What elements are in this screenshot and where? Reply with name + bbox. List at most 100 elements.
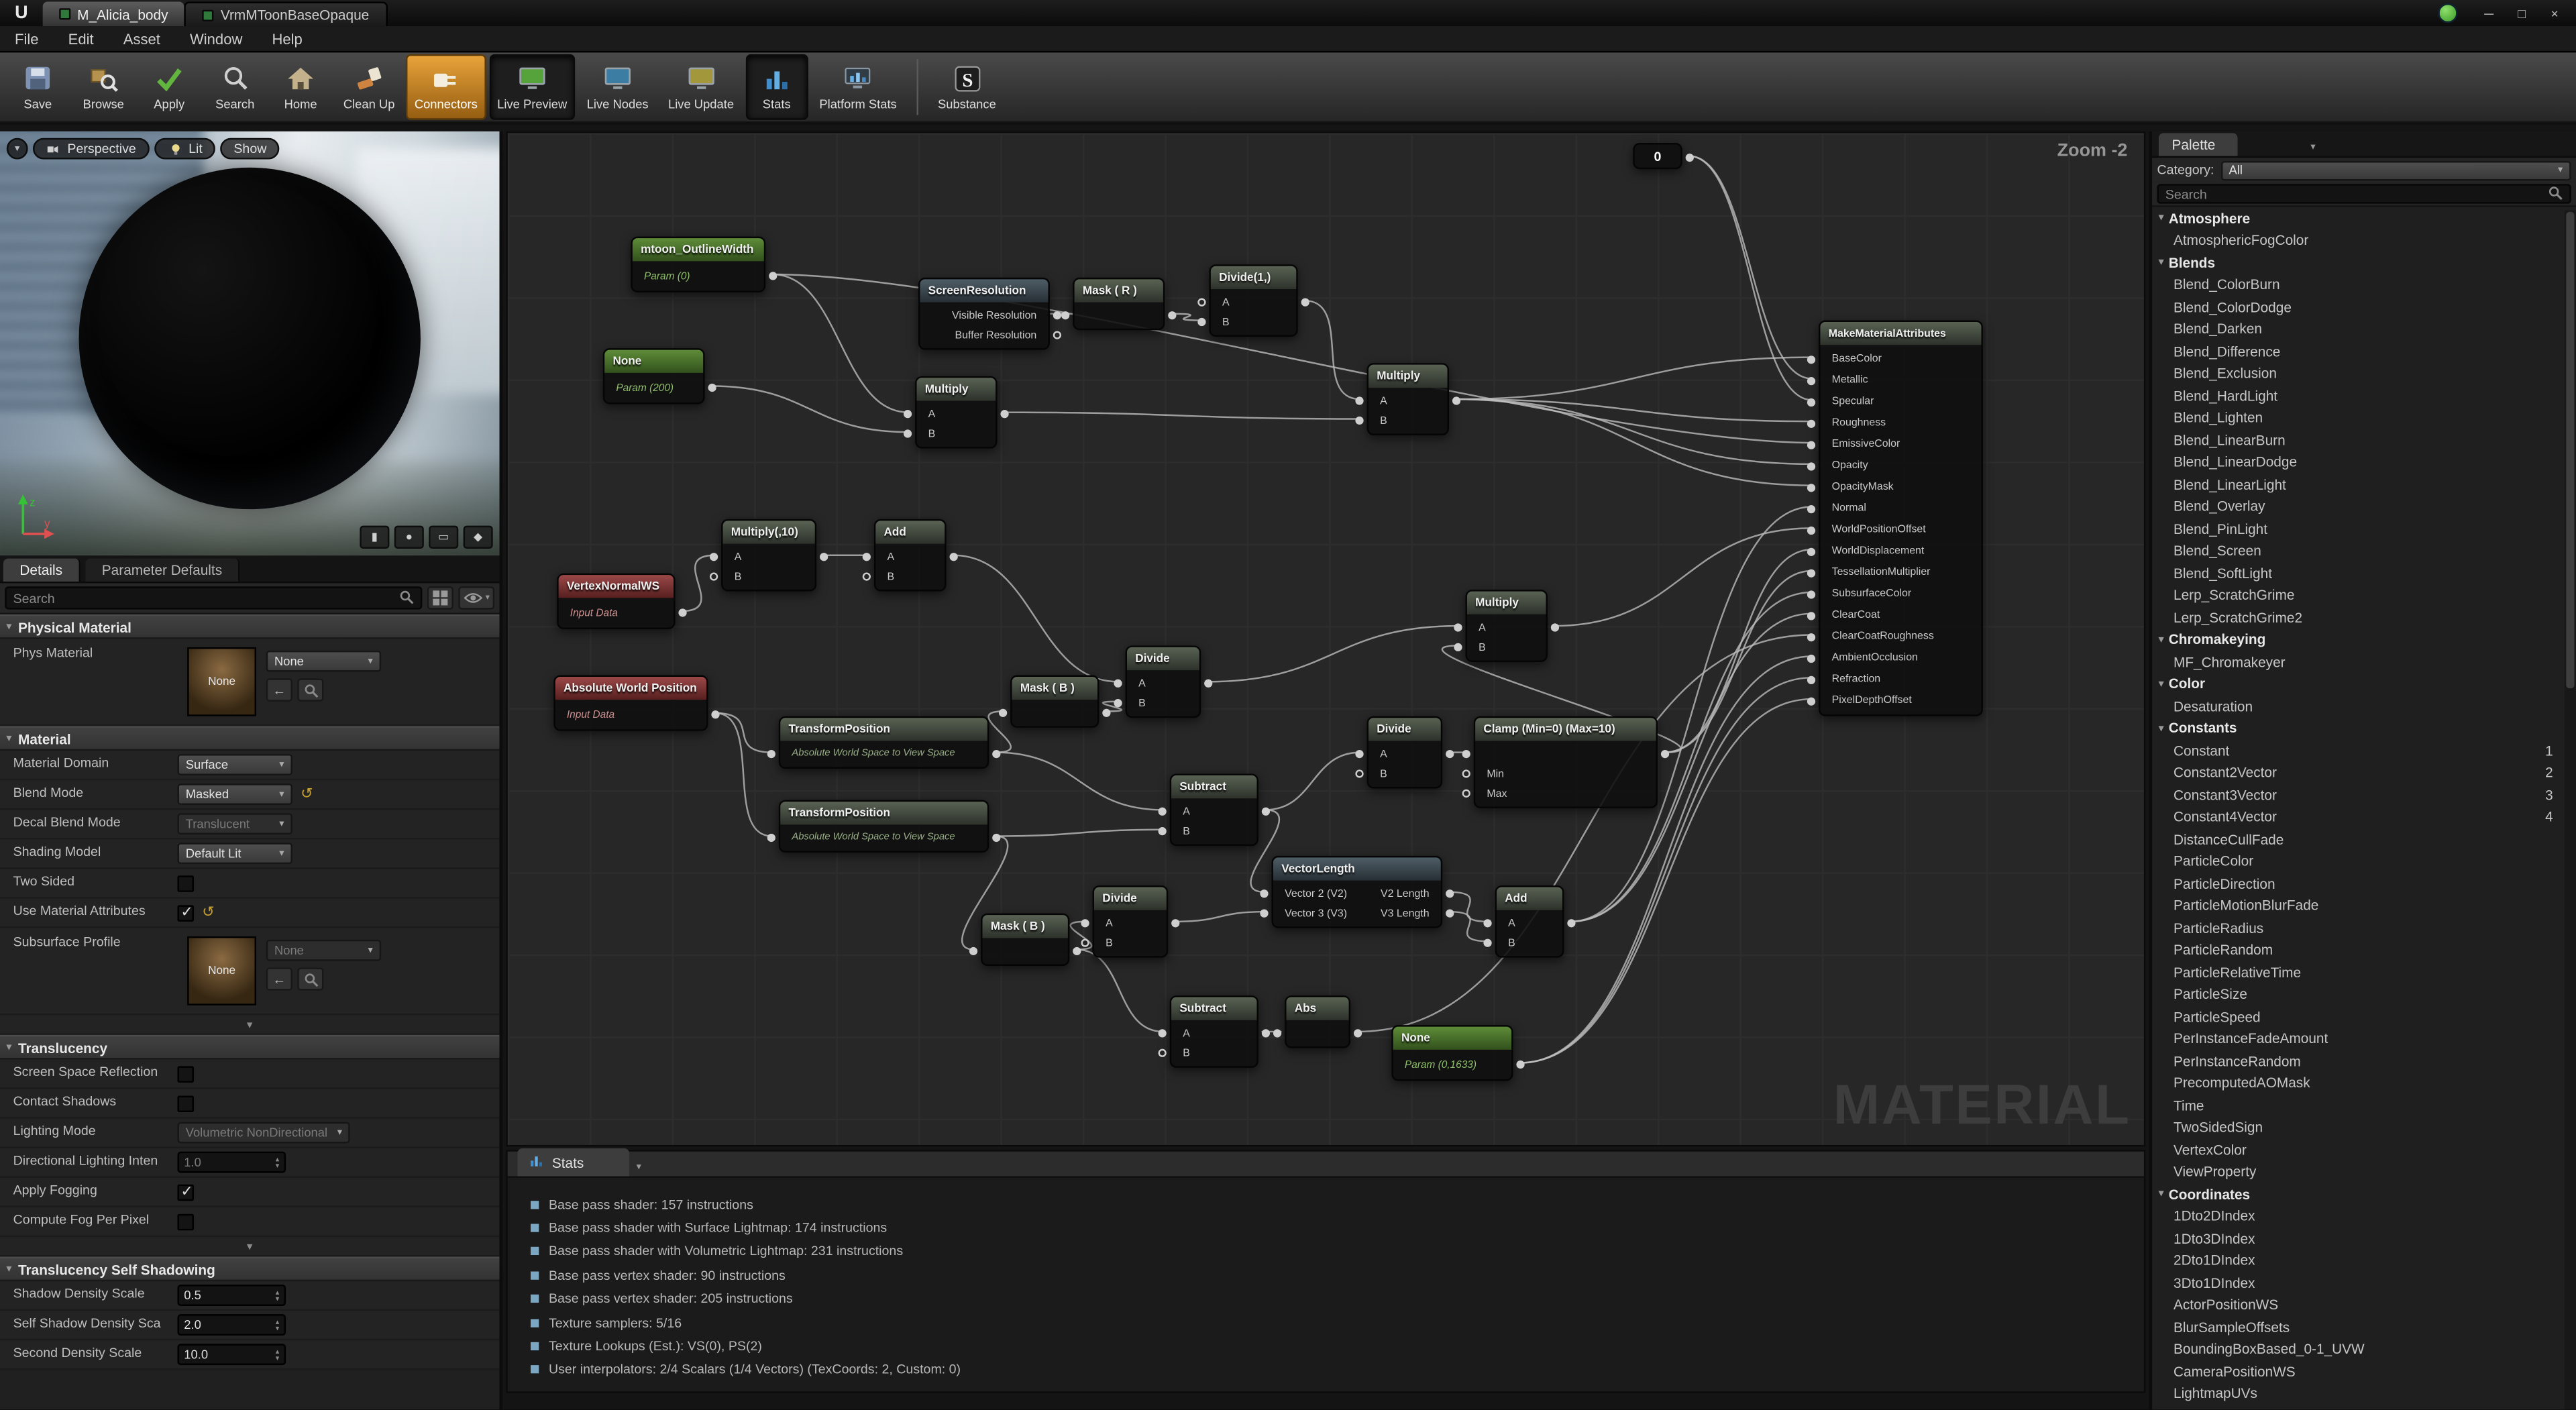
palette-category-chromakeying[interactable]: ▾Chromakeying bbox=[2152, 629, 2563, 651]
palette-item-viewproperty[interactable]: ViewProperty bbox=[2152, 1160, 2563, 1183]
toolbar-stats-button[interactable]: Stats bbox=[745, 54, 808, 120]
browse-asset-icon[interactable] bbox=[297, 678, 323, 701]
palette-item-blend-linearlight[interactable]: Blend_LinearLight bbox=[2152, 473, 2563, 495]
details-search-input[interactable]: Search bbox=[5, 586, 423, 609]
input-pin[interactable] bbox=[1159, 1029, 1167, 1037]
input-pin[interactable] bbox=[1807, 440, 1815, 448]
input-pin[interactable] bbox=[710, 553, 718, 561]
node-divide-div3[interactable]: DivideAB bbox=[1367, 716, 1443, 789]
node-abs-abs1[interactable]: Abs bbox=[1285, 995, 1350, 1048]
section-header-material[interactable]: ▾Material bbox=[0, 726, 499, 751]
input-pin[interactable] bbox=[1273, 1029, 1281, 1037]
asset-dropdown[interactable]: None▾ bbox=[266, 651, 381, 672]
viewport-lit-button[interactable]: Lit bbox=[154, 138, 216, 160]
palette-item-time[interactable]: Time bbox=[2152, 1094, 2563, 1116]
input-pin[interactable] bbox=[904, 410, 912, 418]
input-pin[interactable] bbox=[999, 709, 1007, 717]
input-pin[interactable] bbox=[1483, 939, 1491, 947]
output-pin[interactable] bbox=[1073, 947, 1081, 955]
output-pin[interactable] bbox=[992, 834, 1000, 842]
input-pin[interactable] bbox=[1061, 311, 1069, 319]
palette-item-blend-softlight[interactable]: Blend_SoftLight bbox=[2152, 562, 2563, 584]
node-vectorlength-veclen[interactable]: VectorLengthVector 2 (V2)V2 LengthVector… bbox=[1272, 856, 1443, 928]
node-add-add1[interactable]: AddAB bbox=[874, 519, 947, 592]
palette-item-particleradius[interactable]: ParticleRadius bbox=[2152, 917, 2563, 939]
output-pin[interactable] bbox=[1686, 154, 1694, 162]
browse-asset-icon[interactable] bbox=[297, 967, 323, 990]
reset-to-default-icon[interactable]: ↺ bbox=[301, 785, 313, 804]
palette-item-actorpositionws[interactable]: ActorPositionWS bbox=[2152, 1294, 2563, 1316]
palette-item-1dto2dindex[interactable]: 1Dto2DIndex bbox=[2152, 1205, 2563, 1227]
node-transformposition-tp2[interactable]: TransformPositionAbsolute World Space to… bbox=[779, 800, 989, 853]
tab-stats[interactable]: Stats bbox=[517, 1148, 629, 1177]
output-pin[interactable] bbox=[1053, 331, 1061, 339]
input-pin[interactable] bbox=[767, 834, 775, 842]
toolbar-live-preview-button[interactable]: Live Preview bbox=[489, 54, 576, 120]
palette-item-blend-overlay[interactable]: Blend_Overlay bbox=[2152, 495, 2563, 517]
palette-item-boundingboxbased-0-1-uvw[interactable]: BoundingBoxBased_0-1_UVW bbox=[2152, 1338, 2563, 1360]
palette-item-blend-linearburn[interactable]: Blend_LinearBurn bbox=[2152, 429, 2563, 451]
toolbar-clean-up-button[interactable]: Clean Up bbox=[335, 54, 403, 120]
palette-item-blend-pinlight[interactable]: Blend_PinLight bbox=[2152, 517, 2563, 539]
toolbar-browse-button[interactable]: Browse bbox=[72, 54, 135, 120]
input-pin[interactable] bbox=[1807, 547, 1815, 555]
window-tab-material[interactable]: VrmMToonBaseOpaque bbox=[184, 1, 387, 26]
preview-cylinder-icon[interactable]: ▮ bbox=[360, 526, 389, 549]
input-pin[interactable] bbox=[1807, 483, 1815, 491]
palette-item-particlerelativetime[interactable]: ParticleRelativeTime bbox=[2152, 961, 2563, 983]
input-pin[interactable] bbox=[1807, 696, 1815, 704]
section-header-physical-material[interactable]: ▾Physical Material bbox=[0, 614, 499, 639]
node-multiply-10-mul10[interactable]: Multiply(,10)AB bbox=[721, 519, 816, 592]
output-pin[interactable] bbox=[1301, 298, 1309, 306]
input-pin[interactable] bbox=[1807, 419, 1815, 427]
palette-item-constant4vector[interactable]: Constant4Vector4 bbox=[2152, 806, 2563, 828]
palette-category-atmosphere[interactable]: ▾Atmosphere bbox=[2152, 207, 2563, 229]
node-mask-b-maskb2[interactable]: Mask ( B ) bbox=[981, 914, 1069, 966]
output-pin[interactable] bbox=[711, 710, 719, 718]
input-pin[interactable] bbox=[1114, 680, 1122, 688]
viewport-options-icon[interactable]: ▾ bbox=[7, 138, 28, 160]
palette-item-blend-colordodge[interactable]: Blend_ColorDodge bbox=[2152, 296, 2563, 318]
input-pin[interactable] bbox=[1159, 827, 1167, 835]
palette-item-particlerandom[interactable]: ParticleRandom bbox=[2152, 939, 2563, 961]
preview-viewport[interactable]: ▾PerspectiveLitShow ▮●▭◆ zy bbox=[0, 131, 499, 555]
palette-item-particlespeed[interactable]: ParticleSpeed bbox=[2152, 1006, 2563, 1028]
input-pin[interactable] bbox=[1807, 504, 1815, 512]
input-pin[interactable] bbox=[1807, 611, 1815, 619]
viewport-perspective-button[interactable]: Perspective bbox=[33, 138, 149, 160]
palette-item-constant3vector[interactable]: Constant3Vector3 bbox=[2152, 783, 2563, 806]
palette-category-coordinates[interactable]: ▾Coordinates bbox=[2152, 1183, 2563, 1205]
palette-search-input[interactable]: Search bbox=[2157, 184, 2571, 203]
node-none-none200[interactable]: NoneParam (200) bbox=[603, 348, 705, 404]
input-pin[interactable] bbox=[1807, 590, 1815, 598]
tab-parameter-defaults[interactable]: Parameter Defaults bbox=[85, 559, 240, 582]
output-pin[interactable] bbox=[1000, 410, 1008, 418]
node-divide-1-div_top[interactable]: Divide(1,)AB bbox=[1209, 264, 1297, 337]
palette-item-twosidedsign[interactable]: TwoSidedSign bbox=[2152, 1116, 2563, 1138]
input-pin[interactable] bbox=[1807, 568, 1815, 576]
input-pin[interactable] bbox=[969, 947, 977, 955]
view-options-icon[interactable]: ▾ bbox=[459, 586, 494, 609]
input-pin[interactable] bbox=[1454, 623, 1462, 631]
input-pin[interactable] bbox=[1355, 396, 1363, 404]
input-pin[interactable] bbox=[1807, 526, 1815, 534]
minimize-icon[interactable]: ─ bbox=[2474, 3, 2504, 24]
palette-category-blends[interactable]: ▾Blends bbox=[2152, 252, 2563, 274]
output-pin[interactable] bbox=[769, 272, 777, 280]
output-pin[interactable] bbox=[1567, 919, 1575, 927]
property-checkbox[interactable] bbox=[177, 904, 193, 920]
output-pin[interactable] bbox=[1053, 311, 1061, 319]
output-pin[interactable] bbox=[1168, 311, 1176, 319]
node-mask-r-maskr[interactable]: Mask ( R ) bbox=[1073, 278, 1165, 330]
node-mask-b-maskb1[interactable]: Mask ( B ) bbox=[1010, 675, 1099, 728]
palette-item-blend-colorburn[interactable]: Blend_ColorBurn bbox=[2152, 274, 2563, 296]
palette-item-camerapositionws[interactable]: CameraPositionWS bbox=[2152, 1360, 2563, 1382]
category-dropdown[interactable]: All ▾ bbox=[2220, 160, 2571, 180]
input-pin[interactable] bbox=[710, 572, 718, 580]
input-pin[interactable] bbox=[1114, 699, 1122, 707]
palette-item-vertexcolor[interactable]: VertexColor bbox=[2152, 1138, 2563, 1160]
palette-item-atmosphericfogcolor[interactable]: AtmosphericFogColor bbox=[2152, 229, 2563, 252]
palette-item-desaturation[interactable]: Desaturation bbox=[2152, 695, 2563, 717]
property-number[interactable]: 1.0▴▾ bbox=[177, 1152, 286, 1173]
input-pin[interactable] bbox=[1355, 769, 1363, 777]
